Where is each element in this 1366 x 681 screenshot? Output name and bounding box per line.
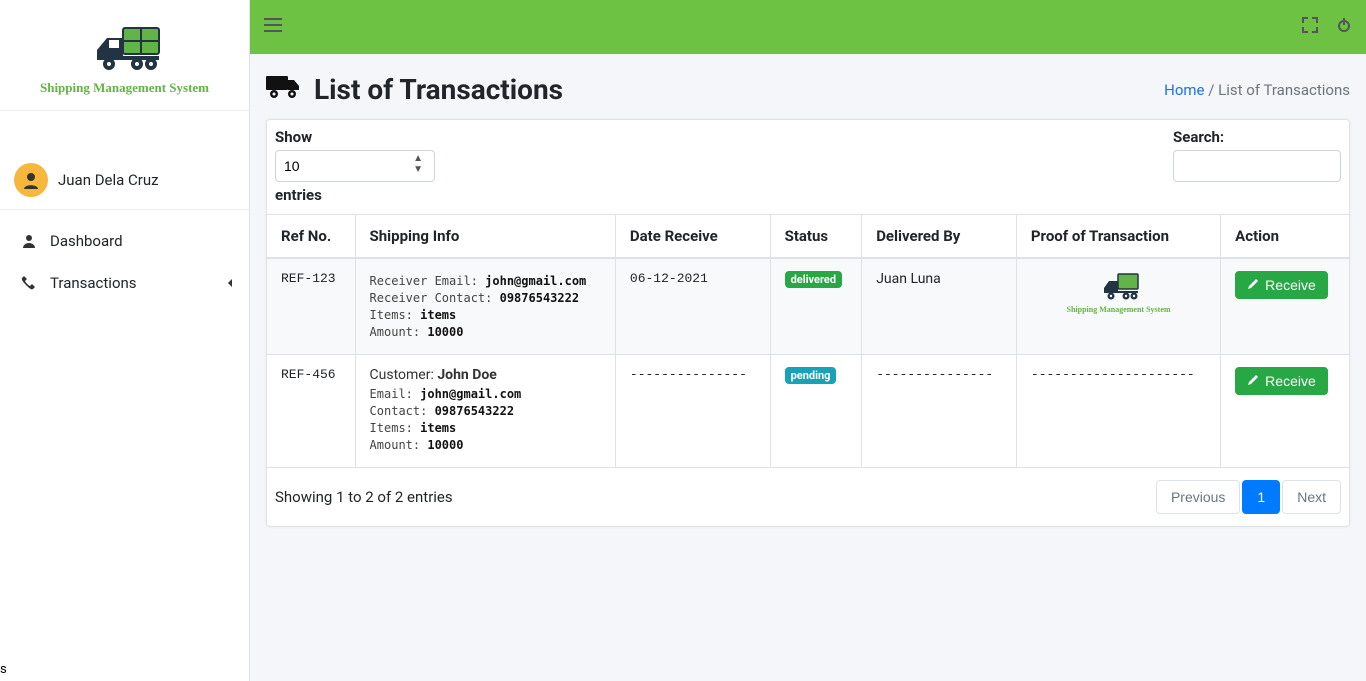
value: 09876543222 [500, 291, 579, 305]
col-action[interactable]: Action [1221, 215, 1349, 259]
label: Email: [370, 387, 421, 401]
cell-status: delivered [770, 258, 862, 355]
main: List of Transactions Home / List of Tran… [250, 0, 1366, 681]
length-control: Show 10 ▲▼ [275, 128, 435, 182]
button-label: Receive [1265, 277, 1316, 293]
value: items [420, 308, 456, 322]
cell-action: Receive [1221, 355, 1349, 468]
entries-label: entries [267, 182, 1349, 208]
user-name: Juan Dela Cruz [58, 171, 159, 189]
breadcrumb-separator: / [1208, 81, 1218, 99]
cell-date: --------------- [615, 355, 770, 468]
cell-shipping: Receiver Email: john@gmail.com Receiver … [355, 258, 615, 355]
cell-action: Receive [1221, 258, 1349, 355]
label: Amount: [370, 325, 428, 339]
cell-delivered-by: --------------- [862, 355, 1017, 468]
next-button[interactable]: Next [1282, 480, 1341, 514]
datatable-top: Show 10 ▲▼ Search: [267, 120, 1349, 182]
page-1-button[interactable]: 1 [1242, 480, 1280, 514]
pencil-icon [1247, 373, 1259, 389]
table-info: Showing 1 to 2 of 2 entries [275, 488, 453, 506]
content-header: List of Transactions Home / List of Tran… [266, 72, 1350, 107]
cell-ref: REF-123 [267, 258, 355, 355]
label: Receiver Email: [370, 274, 486, 288]
stray-text: s [0, 662, 7, 677]
cell-proof: --------------------- [1016, 355, 1220, 468]
pagination: Previous 1 Next [1156, 480, 1341, 514]
sidebar-item-label: Dashboard [50, 232, 123, 250]
value: 10000 [427, 438, 463, 452]
search-input[interactable] [1173, 150, 1341, 182]
receive-button[interactable]: Receive [1235, 271, 1328, 299]
label: Customer: [370, 367, 438, 383]
phone-icon [18, 275, 40, 291]
label: Amount: [370, 438, 428, 452]
search-label: Search: [1173, 128, 1224, 146]
proof-caption: Shipping Management System [1031, 305, 1206, 314]
chevron-left-icon [225, 274, 235, 292]
expand-icon[interactable] [1302, 17, 1318, 37]
col-proof[interactable]: Proof of Transaction [1016, 215, 1220, 259]
table-row: REF-456 Customer: John Doe Email: john@g… [267, 355, 1349, 468]
breadcrumb-home[interactable]: Home [1164, 81, 1204, 99]
user-panel[interactable]: Juan Dela Cruz [0, 151, 249, 210]
sidebar-item-transactions[interactable]: Transactions [0, 262, 249, 304]
search-control: Search: [1173, 128, 1341, 182]
col-date[interactable]: Date Receive [615, 215, 770, 259]
prev-button[interactable]: Previous [1156, 480, 1240, 514]
label: Items: [370, 421, 421, 435]
brand-name: Shipping Management System [12, 80, 237, 96]
button-label: Receive [1265, 373, 1316, 389]
pencil-icon [1247, 277, 1259, 293]
cell-status: pending [770, 355, 862, 468]
cell-proof: Shipping Management System [1016, 258, 1220, 355]
sidebar: Shipping Management System Juan Dela Cru… [0, 0, 250, 681]
cell-delivered-by: Juan Luna [862, 258, 1017, 355]
sidebar-item-label: Transactions [50, 274, 137, 292]
label: Receiver Contact: [370, 291, 500, 305]
value: 09876543222 [435, 404, 514, 418]
value: john@gmail.com [420, 387, 521, 401]
page-title: List of Transactions [266, 72, 563, 107]
breadcrumb: Home / List of Transactions [1164, 81, 1350, 99]
proof-thumbnail[interactable]: Shipping Management System [1031, 271, 1206, 314]
receive-button[interactable]: Receive [1235, 367, 1328, 395]
value: items [420, 421, 456, 435]
breadcrumb-current: List of Transactions [1218, 81, 1350, 99]
col-delivered-by[interactable]: Delivered By [862, 215, 1017, 259]
datatable-bottom: Showing 1 to 2 of 2 entries Previous 1 N… [267, 468, 1349, 526]
col-shipping[interactable]: Shipping Info [355, 215, 615, 259]
status-badge: delivered [785, 271, 842, 288]
brand: Shipping Management System [0, 0, 249, 111]
nav: Dashboard Transactions [0, 210, 249, 314]
col-status[interactable]: Status [770, 215, 862, 259]
table-row: REF-123 Receiver Email: john@gmail.com R… [267, 258, 1349, 355]
show-label: Show [275, 128, 312, 146]
avatar [14, 163, 48, 197]
power-icon[interactable] [1336, 17, 1352, 37]
label: Items: [370, 308, 421, 322]
sidebar-item-dashboard[interactable]: Dashboard [0, 220, 249, 262]
value: John Doe [437, 367, 496, 383]
label: Contact: [370, 404, 435, 418]
cell-shipping: Customer: John Doe Email: john@gmail.com… [355, 355, 615, 468]
col-ref[interactable]: Ref No. [267, 215, 355, 259]
transactions-card: Show 10 ▲▼ Search: entries [266, 119, 1350, 527]
menu-toggle-icon[interactable] [264, 16, 282, 38]
truck-icon [266, 72, 302, 107]
cell-ref: REF-456 [267, 355, 355, 468]
value: john@gmail.com [485, 274, 586, 288]
value: 10000 [427, 325, 463, 339]
transactions-table: Ref No. Shipping Info Date Receive Statu… [267, 214, 1349, 468]
cell-date: 06-12-2021 [615, 258, 770, 355]
page-title-text: List of Transactions [314, 73, 563, 106]
length-select[interactable]: 10 [275, 150, 435, 182]
user-icon [18, 233, 40, 249]
topbar [250, 0, 1366, 54]
status-badge: pending [785, 367, 837, 384]
brand-logo [12, 20, 237, 76]
content: List of Transactions Home / List of Tran… [250, 54, 1366, 545]
